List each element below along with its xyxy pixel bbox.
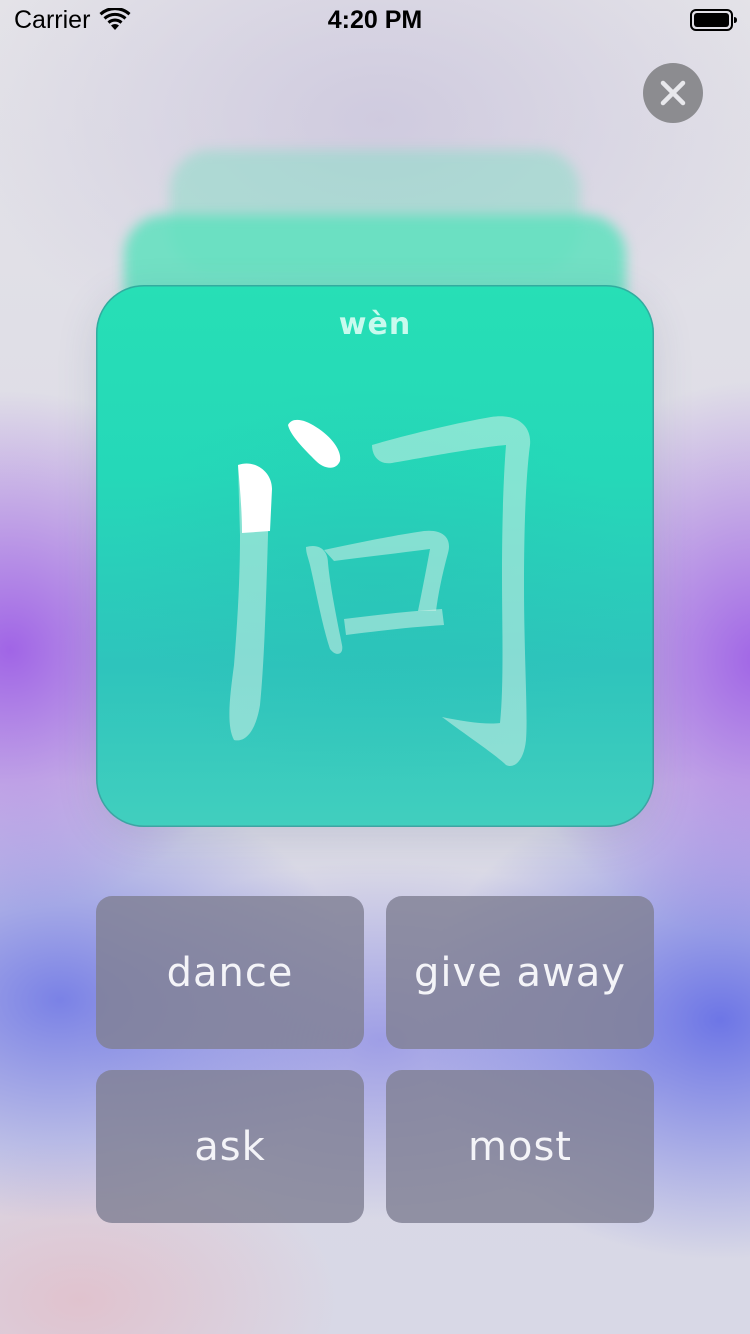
- answer-button-3[interactable]: ask: [96, 1070, 364, 1223]
- answer-label: dance: [166, 949, 294, 996]
- close-button[interactable]: [643, 63, 703, 123]
- answer-button-1[interactable]: dance: [96, 896, 364, 1049]
- answer-label: ask: [194, 1123, 266, 1170]
- character-stroke-drawing: [229, 416, 531, 766]
- status-bar: Carrier 4:20 PM: [0, 0, 750, 40]
- answer-label: most: [468, 1123, 572, 1170]
- answer-button-4[interactable]: most: [386, 1070, 654, 1223]
- close-icon: [660, 80, 686, 106]
- answer-button-2[interactable]: give away: [386, 896, 654, 1049]
- flashcard: wèn: [96, 285, 654, 827]
- clock: 4:20 PM: [327, 6, 423, 34]
- answer-label: give away: [414, 949, 626, 996]
- battery-icon: [690, 8, 738, 37]
